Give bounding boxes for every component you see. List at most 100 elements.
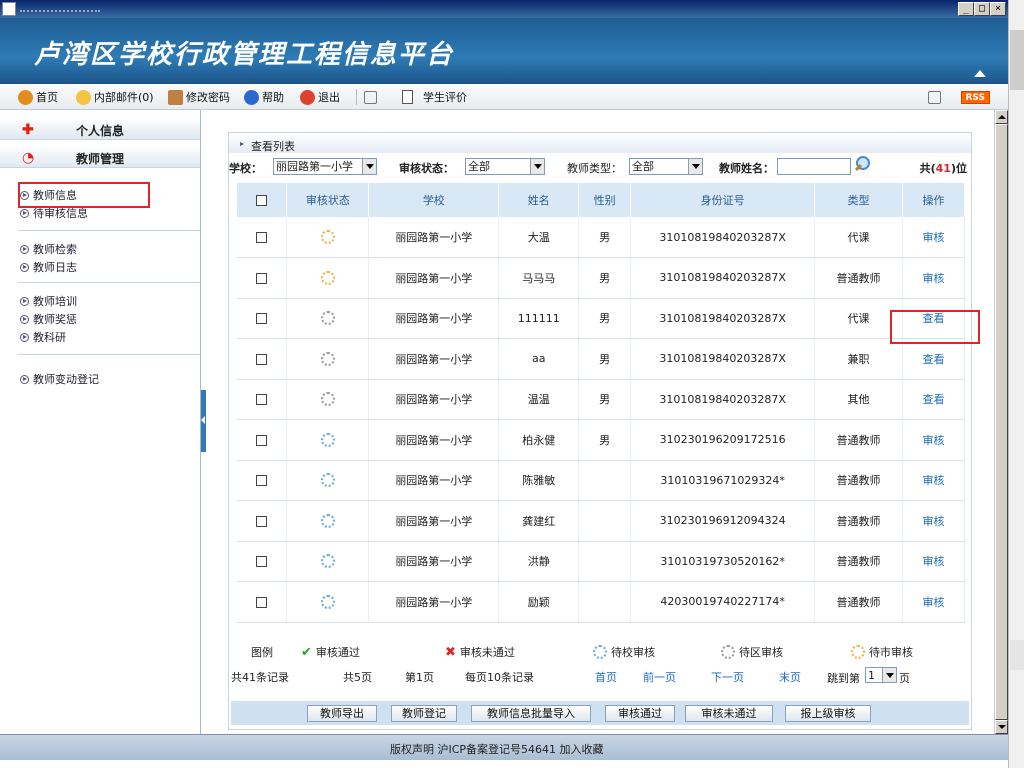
cell-type: 普通教师 <box>814 541 903 582</box>
cell-gender <box>578 500 632 542</box>
rss-button[interactable]: RSS <box>960 91 990 104</box>
row-action-link[interactable]: 查看 <box>923 353 945 366</box>
status-select[interactable]: 全部 <box>465 158 545 175</box>
row-action-link[interactable]: 审核 <box>923 555 945 568</box>
cell-gender: 男 <box>578 338 632 380</box>
scroll-up-icon[interactable] <box>995 110 1008 124</box>
row-action-link[interactable]: 审核 <box>923 515 945 528</box>
change-password-link[interactable]: 修改密码 <box>168 89 230 105</box>
bullet-icon <box>20 314 29 324</box>
mail-link[interactable]: 内部邮件(0) <box>76 89 154 105</box>
first-page-link[interactable]: 首页 <box>595 669 617 685</box>
sidebar-item-teacher-log[interactable]: 教师日志 <box>20 259 77 275</box>
table-row: 丽园路第一小学 洪静 31010319730520162* 普通教师 审核 <box>237 541 965 582</box>
escalate-review-button[interactable]: 报上级审核 <box>785 705 871 722</box>
next-page-link[interactable]: 下一页 <box>711 669 744 685</box>
cell-school: 丽园路第一小学 <box>368 500 500 542</box>
cell-school: 丽园路第一小学 <box>368 379 500 420</box>
per-page: 每页10条记录 <box>465 671 534 684</box>
row-checkbox[interactable] <box>256 515 268 527</box>
cell-type: 普通教师 <box>814 500 903 542</box>
chevron-down-icon <box>882 668 896 682</box>
row-action-link[interactable]: 审核 <box>923 596 945 609</box>
register-teacher-button[interactable]: 教师登记 <box>391 705 457 722</box>
cell-status <box>286 500 370 542</box>
legend-pending-district: 待区审核 <box>721 644 783 660</box>
school-select[interactable]: 丽园路第一小学 <box>273 158 377 175</box>
cell-select <box>237 217 288 258</box>
content-scrollbar[interactable] <box>994 110 1008 734</box>
row-action-link[interactable]: 查看 <box>923 393 945 406</box>
jump-page-select[interactable]: 1 <box>865 667 897 683</box>
batch-import-button[interactable]: 教师信息批量导入 <box>471 705 591 722</box>
cell-id: 31010819840203287X <box>630 217 816 258</box>
nav-forward-icon[interactable] <box>928 89 944 105</box>
prev-page-link[interactable]: 前一页 <box>643 669 676 685</box>
row-action-link[interactable]: 审核 <box>923 474 945 487</box>
student-eval-link[interactable]: 学生评价 <box>402 89 467 105</box>
help-link[interactable]: 帮助 <box>244 89 284 105</box>
page-scroll-thumb[interactable] <box>1010 30 1024 90</box>
logout-link[interactable]: 退出 <box>300 89 340 105</box>
row-checkbox[interactable] <box>256 313 268 325</box>
scroll-down-icon[interactable] <box>995 720 1008 734</box>
cell-action: 审核 <box>902 500 965 542</box>
cell-gender: 男 <box>578 217 632 258</box>
cell-name: 大温 <box>498 217 580 258</box>
minimize-button[interactable]: _ <box>958 2 974 16</box>
col-id: 身份证号 <box>630 183 816 217</box>
row-checkbox[interactable] <box>256 394 268 406</box>
scroll-thumb[interactable] <box>995 124 1008 720</box>
row-checkbox[interactable] <box>256 475 268 487</box>
row-action-link[interactable]: 审核 <box>923 231 945 244</box>
page-scrollbar[interactable] <box>1008 0 1024 768</box>
search-icon[interactable] <box>854 156 870 172</box>
section-personal-info[interactable]: ✚ 个人信息 <box>0 118 200 140</box>
row-checkbox[interactable] <box>256 434 268 446</box>
maximize-button[interactable]: □ <box>974 2 990 16</box>
export-teachers-button[interactable]: 教师导出 <box>307 705 377 722</box>
row-checkbox[interactable] <box>256 232 268 243</box>
section-teacher-manage[interactable]: ◔ 教师管理 <box>0 146 200 168</box>
reject-button[interactable]: 审核未通过 <box>685 705 773 722</box>
cell-school: 丽园路第一小学 <box>368 541 500 582</box>
sidebar-item-teacher-training[interactable]: 教师培训 <box>20 293 77 309</box>
legend-passed: ✔ 审核通过 <box>301 644 360 660</box>
sidebar-item-teacher-search[interactable]: 教师检索 <box>20 241 77 257</box>
close-button[interactable]: × <box>990 2 1006 16</box>
teacher-type-select[interactable]: 全部 <box>629 158 703 175</box>
teacher-name-input[interactable] <box>777 158 851 175</box>
record-count: 共41条记录 <box>231 671 289 684</box>
cell-school: 丽园路第一小学 <box>368 581 500 623</box>
cell-id: 31010819840203287X <box>630 298 816 339</box>
teacher-table: 审核状态 学校 姓名 性别 身份证号 类型 操作 丽园路第一小学 大温男 31010… <box>237 183 965 623</box>
cell-type: 普通教师 <box>814 419 903 461</box>
cell-select <box>237 257 288 299</box>
cell-gender: 男 <box>578 298 632 339</box>
arrow-right-icon <box>240 142 244 146</box>
collapse-header-icon[interactable] <box>974 70 986 77</box>
cell-gender: 男 <box>578 257 632 299</box>
sidebar-item-research[interactable]: 教科研 <box>20 329 66 345</box>
header-banner: 卢湾区学校行政管理工程信息平台 <box>0 18 1008 84</box>
sidebar-item-teacher-change[interactable]: 教师变动登记 <box>20 371 99 387</box>
nav-back-icon[interactable] <box>364 89 380 105</box>
key-icon <box>168 89 183 105</box>
last-page-link[interactable]: 末页 <box>779 669 801 685</box>
jump-suffix: 页 <box>899 672 910 685</box>
select-all-checkbox[interactable] <box>256 195 268 206</box>
row-checkbox[interactable] <box>256 353 268 365</box>
row-checkbox[interactable] <box>256 556 268 568</box>
approve-button[interactable]: 审核通过 <box>605 705 675 722</box>
row-action-link[interactable]: 审核 <box>923 272 945 285</box>
cell-action: 审核 <box>902 217 965 258</box>
chevron-down-icon <box>688 159 702 174</box>
teacher-type-label: 教师类型： <box>567 162 622 175</box>
home-link[interactable]: 首页 <box>18 89 58 105</box>
select-all-header <box>237 183 288 217</box>
sidebar-item-teacher-rewards[interactable]: 教师奖惩 <box>20 311 77 327</box>
row-checkbox[interactable] <box>256 272 268 284</box>
row-checkbox[interactable] <box>256 596 268 608</box>
row-action-link[interactable]: 审核 <box>923 434 945 447</box>
cell-gender <box>578 541 632 582</box>
